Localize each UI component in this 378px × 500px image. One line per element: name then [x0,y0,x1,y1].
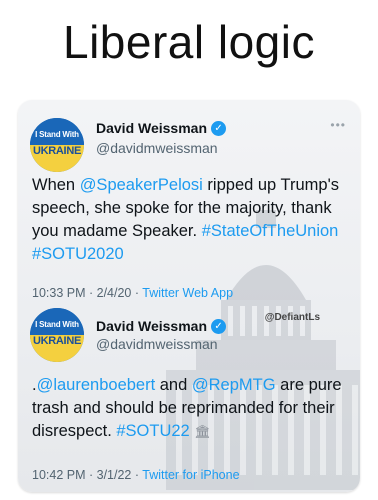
tweet-meta: 10:33 PM · 2/4/20 · Twitter Web App [32,286,233,300]
user-handle[interactable]: @davidmweissman [96,336,218,352]
tweet-timestamp[interactable]: 10:42 PM · 3/1/22 · [32,468,142,482]
user-handle[interactable]: @davidmweissman [96,140,218,156]
capitol-hashflag-icon: 🏛 [194,424,211,439]
tweet-source-link[interactable]: Twitter Web App [142,286,233,300]
avatar[interactable]: I Stand With UKRAINE [30,118,84,172]
display-name[interactable]: David Weissman ✓ [96,318,227,334]
avatar-text-line1: I Stand With [35,130,79,139]
display-name[interactable]: David Weissman ✓ [96,120,227,136]
hashtag-link[interactable]: #SOTU2020 [32,245,124,263]
avatar[interactable]: I Stand With UKRAINE [30,308,84,362]
tweet-meta: 10:42 PM · 3/1/22 · Twitter for iPhone [32,468,240,482]
avatar-text-line1: I Stand With [35,320,79,329]
display-name-text: David Weissman [96,120,208,136]
avatar-text-line2: UKRAINE [32,145,81,157]
tweet-timestamp[interactable]: 10:33 PM · 2/4/20 · [32,286,142,300]
tweet-screenshot-card: I Stand With UKRAINE David Weissman ✓ @d… [18,100,360,492]
watermark-text: @DefiantLs [264,312,320,323]
more-options-icon[interactable]: ••• [330,118,346,132]
mention-link[interactable]: @laurenboebert [37,376,156,394]
tweet-text-segment: When [32,176,80,194]
tweet-1[interactable]: I Stand With UKRAINE David Weissman ✓ @d… [18,100,360,315]
tweet-text-segment: and [155,376,192,394]
verified-badge-icon: ✓ [211,318,227,334]
tweet-text: When @SpeakerPelosi ripped up Trump's sp… [32,174,347,266]
avatar-text-line2: UKRAINE [32,335,81,347]
tweet-text: .@laurenboebert and @RepMTG are pure tra… [32,374,347,443]
hashtag-link[interactable]: #SOTU22 [116,422,189,440]
meme-title: Liberal logic [63,16,315,68]
display-name-text: David Weissman [96,318,208,334]
mention-link[interactable]: @RepMTG [192,376,276,394]
mention-link[interactable]: @SpeakerPelosi [80,176,203,194]
tweet-source-link[interactable]: Twitter for iPhone [142,468,239,482]
tweet-2[interactable]: @DefiantLs I Stand With UKRAINE David We… [18,306,360,492]
verified-badge-icon: ✓ [211,120,227,136]
hashtag-link[interactable]: #StateOfTheUnion [202,222,339,240]
